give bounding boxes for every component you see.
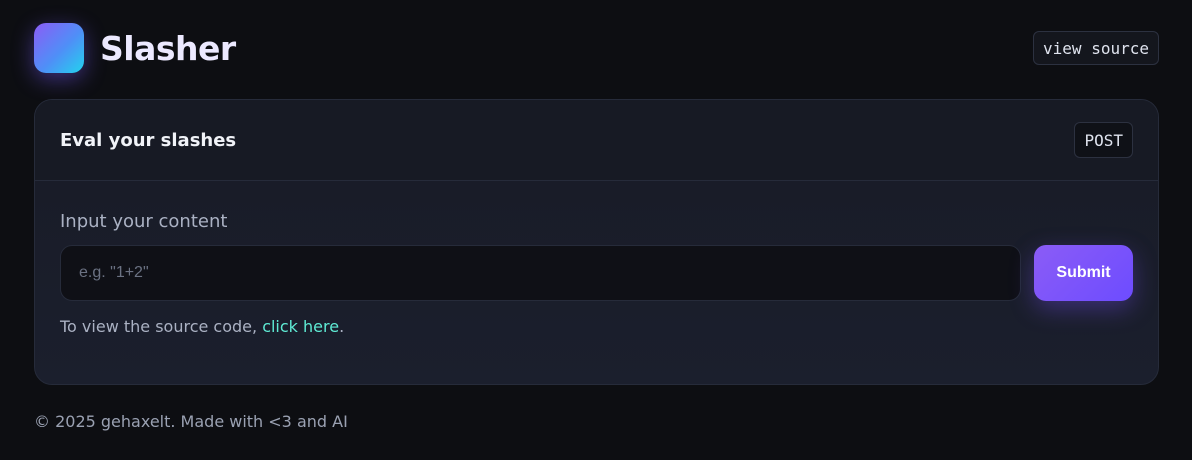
submit-button[interactable]: Submit xyxy=(1034,245,1133,301)
brand-title: Slasher xyxy=(100,28,236,68)
eval-card: Eval your slashes POST Input your conten… xyxy=(34,99,1159,385)
card-header: Eval your slashes POST xyxy=(35,100,1158,181)
source-note: To view the source code, click here. xyxy=(60,317,1133,336)
brand: Slasher xyxy=(34,23,236,73)
card-title: Eval your slashes xyxy=(60,129,237,151)
page-header: Slasher view source xyxy=(34,22,1159,74)
footer-text: © 2025 gehaxelt. Made with <3 and AI xyxy=(34,412,348,431)
method-badge: POST xyxy=(1074,122,1133,158)
card-body: Input your content Submit To view the so… xyxy=(35,181,1158,336)
view-source-button[interactable]: view source xyxy=(1033,31,1159,65)
input-row: Submit xyxy=(60,245,1133,301)
content-input[interactable] xyxy=(60,245,1021,301)
content-field-label: Input your content xyxy=(60,211,228,232)
source-note-suffix: . xyxy=(339,317,345,336)
source-note-prefix: To view the source code, xyxy=(60,317,263,336)
source-link[interactable]: click here xyxy=(262,317,339,336)
logo-icon xyxy=(34,23,84,73)
